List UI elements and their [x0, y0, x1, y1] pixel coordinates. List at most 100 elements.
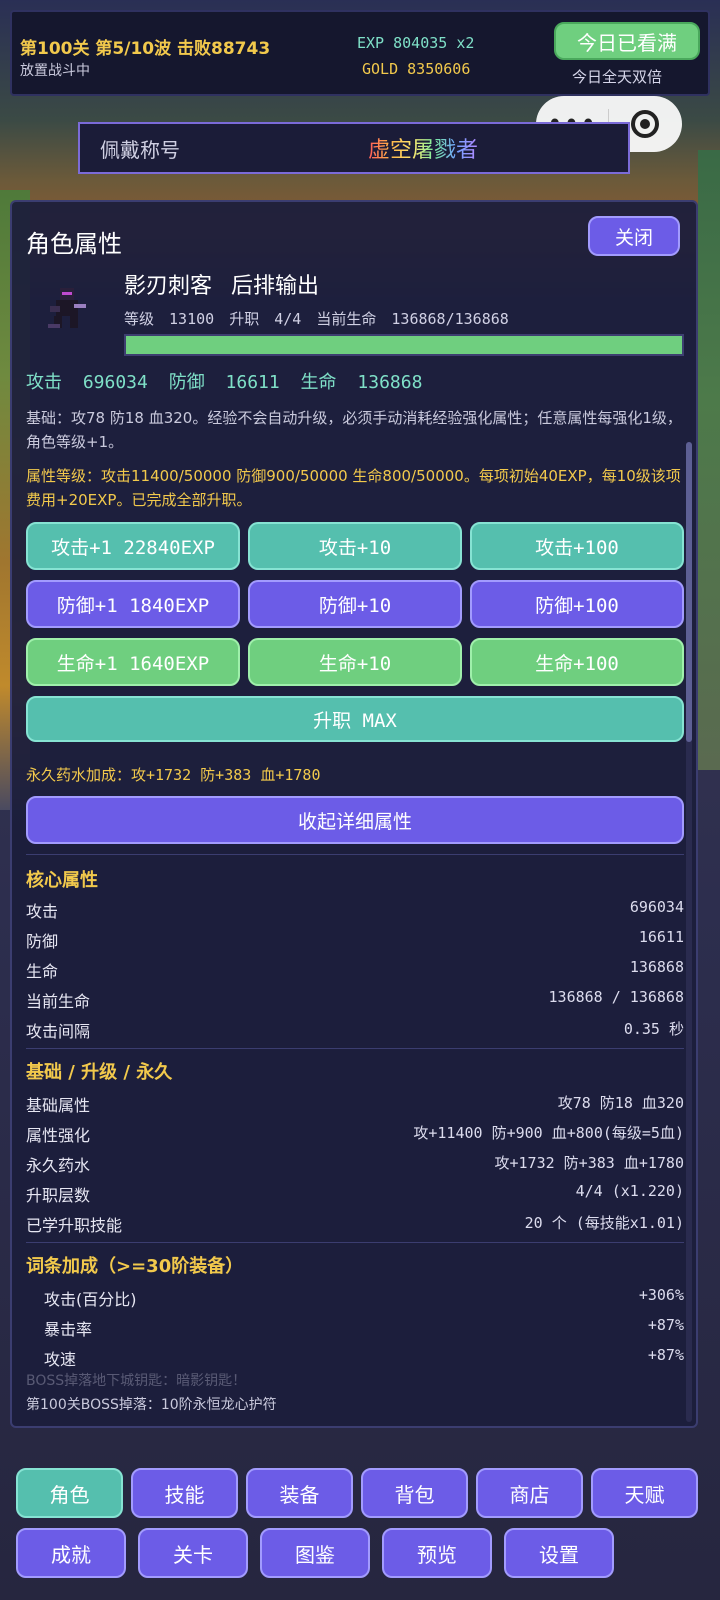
row-value: +306% [638, 1286, 684, 1304]
nav-backpack[interactable]: 背包 [361, 1468, 468, 1518]
base-row-promotion: 升职层数 4/4 (x1.220) [26, 1182, 684, 1206]
collapse-details-button[interactable]: 收起详细属性 [26, 796, 684, 844]
watch-ad-button[interactable]: 今日已看满 [554, 22, 700, 60]
row-label: 已学升职技能 [26, 1216, 123, 1235]
nav-shop[interactable]: 商店 [476, 1468, 583, 1518]
row-value: 136868 [629, 958, 684, 976]
target-icon [631, 110, 659, 138]
base-row-skills: 已学升职技能 20 个 (每技能x1.01) [26, 1212, 684, 1236]
base-row-potion: 永久药水 攻+1732 防+383 血+1780 [26, 1152, 684, 1176]
title-badge[interactable]: 佩戴称号 虚空屠戮者 [78, 122, 630, 174]
defense-plus-10-button[interactable]: 防御+10 [248, 580, 462, 628]
nav-row-1: 角色 技能 装备 背包 商店 天赋 [16, 1468, 706, 1518]
top-hud: 第100关 第5/10波 击败88743 放置战斗中 EXP 804035 x2… [10, 10, 710, 96]
potion-bonus: 永久药水加成：攻+1732 防+383 血+1780 [26, 766, 321, 784]
row-label: 暴击率 [44, 1320, 93, 1339]
section-divider [26, 1242, 684, 1243]
attack-plus-100-button[interactable]: 攻击+100 [470, 522, 684, 570]
row-label: 永久药水 [26, 1156, 91, 1175]
hp-plus-10-button[interactable]: 生命+10 [248, 638, 462, 686]
background-scenery-right [698, 150, 720, 770]
role-level-stats: 等级 13100 升职 4/4 当前生命 136868/136868 [124, 310, 509, 328]
base-upgrade-heading: 基础 / 升级 / 永久 [26, 1062, 173, 1083]
title-badge-name: 虚空屠戮者 [368, 132, 478, 164]
promote-button[interactable]: 升职 MAX [26, 696, 684, 742]
hp-plus-100-button[interactable]: 生命+100 [470, 638, 684, 686]
core-row-current-hp: 当前生命 136868 / 136868 [26, 988, 684, 1012]
battle-log-line: 第100关BOSS掉落：10阶永恒龙心护符 [26, 1397, 277, 1413]
core-row-attack: 攻击 696034 [26, 898, 684, 922]
row-value: 20 个 (每技能x1.01) [524, 1214, 684, 1232]
panel-scrollbar[interactable] [686, 442, 692, 1422]
attack-plus-10-button[interactable]: 攻击+10 [248, 522, 462, 570]
row-label: 攻速 [44, 1350, 77, 1369]
core-row-defense: 防御 16611 [26, 928, 684, 952]
hp-bar [124, 334, 684, 356]
row-value: 136868 / 136868 [548, 988, 684, 1006]
row-label: 当前生命 [26, 992, 91, 1011]
attribute-level-description: 属性等级：攻击11400/50000 防御900/50000 生命800/500… [26, 467, 681, 509]
row-value: 0.35 秒 [623, 1020, 684, 1038]
nav-character[interactable]: 角色 [16, 1468, 123, 1518]
defense-plus-1-button[interactable]: 防御+1 1840EXP [26, 580, 240, 628]
row-label: 属性强化 [26, 1126, 91, 1145]
battle-status: 放置战斗中 [20, 63, 90, 79]
hp-plus-1-button[interactable]: 生命+1 1640EXP [26, 638, 240, 686]
section-divider [26, 854, 684, 855]
row-label: 攻击 [26, 902, 59, 921]
attack-upgrade-row: 攻击+1 22840EXP 攻击+10 攻击+100 [26, 522, 684, 570]
nav-talent[interactable]: 天赋 [591, 1468, 698, 1518]
nav-row-2: 成就 关卡 图鉴 预览 设置 [16, 1528, 706, 1578]
title-badge-label: 佩戴称号 [100, 137, 180, 162]
nav-stages[interactable]: 关卡 [138, 1528, 248, 1578]
assassin-avatar-icon [48, 288, 86, 328]
gold-counter: GOLD 8350606 [362, 60, 471, 78]
row-label: 升职层数 [26, 1186, 91, 1205]
affix-row-attack: 攻击(百分比) +306% [44, 1286, 684, 1310]
row-label: 攻击(百分比) [44, 1290, 137, 1309]
attack-plus-1-button[interactable]: 攻击+1 22840EXP [26, 522, 240, 570]
row-label: 基础属性 [26, 1096, 91, 1115]
nav-equipment[interactable]: 装备 [246, 1468, 353, 1518]
nav-preview[interactable]: 预览 [382, 1528, 492, 1578]
exp-counter: EXP 804035 x2 [357, 34, 475, 52]
nav-skills[interactable]: 技能 [131, 1468, 238, 1518]
close-button[interactable]: 关闭 [588, 216, 680, 256]
hp-bar-fill [126, 336, 682, 354]
defense-plus-100-button[interactable]: 防御+100 [470, 580, 684, 628]
row-value: +87% [647, 1316, 684, 1334]
row-value: 696034 [629, 898, 684, 916]
base-row-base: 基础属性 攻78 防18 血320 [26, 1092, 684, 1116]
affix-row-crit: 暴击率 +87% [44, 1316, 684, 1340]
nav-settings[interactable]: 设置 [504, 1528, 614, 1578]
row-label: 生命 [26, 962, 59, 981]
nav-codex[interactable]: 图鉴 [260, 1528, 370, 1578]
affix-heading: 词条加成（>=30阶装备） [26, 1256, 244, 1277]
row-value: 16611 [638, 928, 684, 946]
row-value: 攻+11400 防+900 血+800(每级=5血) [413, 1124, 684, 1142]
battle-log-line: BOSS掉落地下城钥匙：暗影钥匙！ [26, 1373, 247, 1389]
role-name: 影刃刺客 后排输出 [124, 274, 319, 299]
affix-row-speed: 攻速 +87% [44, 1346, 684, 1370]
row-label: 防御 [26, 932, 59, 951]
row-value: +87% [647, 1346, 684, 1364]
scrollbar-thumb[interactable] [686, 442, 692, 742]
character-attributes-panel: 角色属性 关闭 影刃刺客 后排输出 等级 13100 升职 4/4 当前生命 1… [10, 200, 698, 1428]
row-value: 4/4 (x1.220) [575, 1182, 684, 1200]
row-label: 攻击间隔 [26, 1022, 91, 1041]
base-row-enhance: 属性强化 攻+11400 防+900 血+800(每级=5血) [26, 1122, 684, 1146]
double-bonus-text: 今日全天双倍 [572, 68, 663, 86]
core-row-attack-interval: 攻击间隔 0.35 秒 [26, 1018, 684, 1042]
bottom-navigation: 角色 技能 装备 背包 商店 天赋 成就 关卡 图鉴 预览 设置 [16, 1468, 706, 1588]
stage-progress: 第100关 第5/10波 击败88743 [20, 39, 271, 59]
base-description: 基础：攻78 防18 血320。经验不会自动升级，必须手动消耗经验强化属性；任意… [26, 409, 682, 451]
hp-upgrade-row: 生命+1 1640EXP 生命+10 生命+100 [26, 638, 684, 686]
row-value: 攻78 防18 血320 [557, 1094, 684, 1112]
section-divider [26, 1048, 684, 1049]
panel-title: 角色属性 [26, 230, 122, 258]
core-attributes-heading: 核心属性 [26, 870, 98, 891]
core-row-hp: 生命 136868 [26, 958, 684, 982]
nav-achievements[interactable]: 成就 [16, 1528, 126, 1578]
upgrade-button-grid: 攻击+1 22840EXP 攻击+10 攻击+100 防御+1 1840EXP … [26, 522, 684, 752]
total-stats: 攻击 696034 防御 16611 生命 136868 [26, 372, 423, 393]
